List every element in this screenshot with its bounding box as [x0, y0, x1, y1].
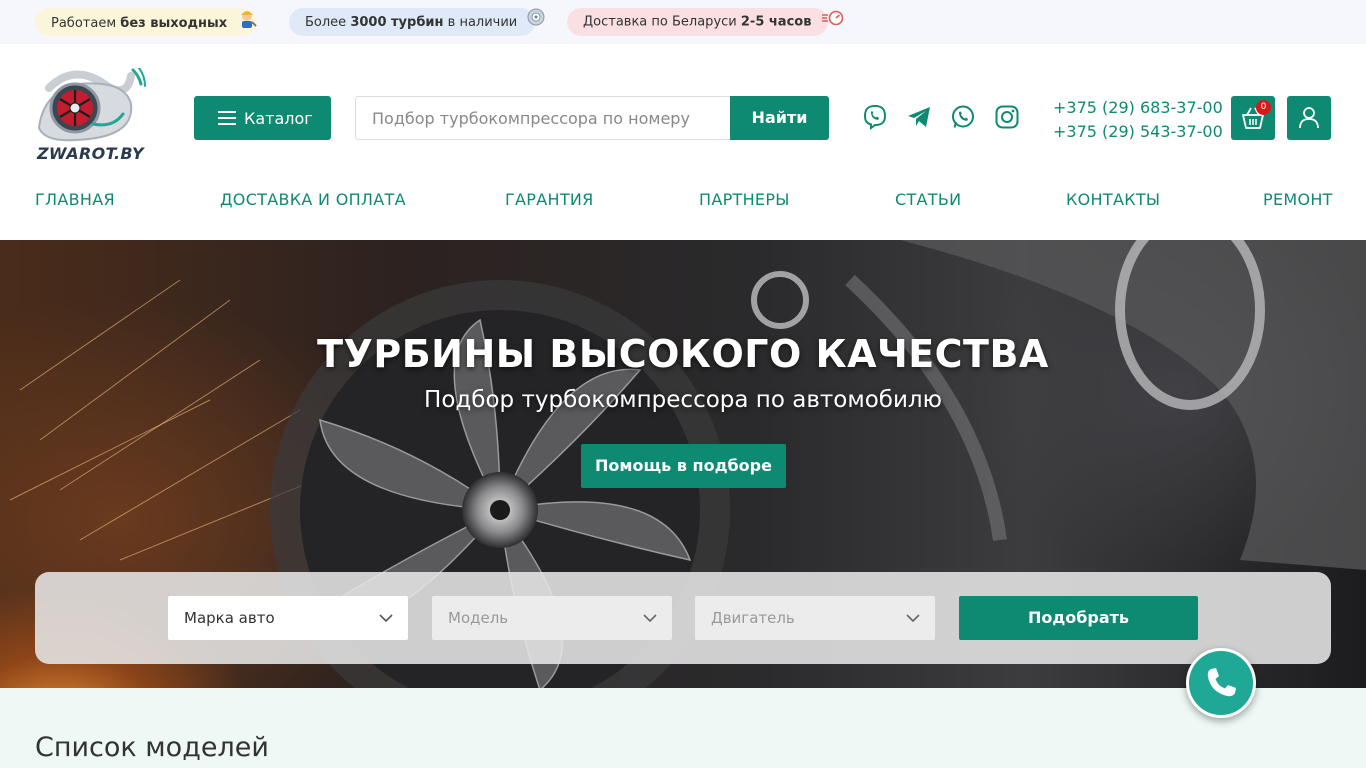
cart-count-badge: 0: [1256, 100, 1271, 115]
hero-banner: ТУРБИНЫ ВЫСОКОГО КАЧЕСТВА Подбор турбоко…: [0, 240, 1366, 688]
models-section: Список моделей: [0, 688, 1366, 768]
worker-icon: [237, 8, 258, 39]
menu-icon: [218, 111, 236, 125]
section-title: Список моделей: [35, 732, 269, 763]
nav-repair[interactable]: РЕМОНТ: [1263, 190, 1333, 209]
user-icon: [1299, 107, 1319, 129]
stock-pill: Более 3000 турбин в наличии: [289, 8, 545, 36]
viber-icon[interactable]: [862, 104, 888, 130]
brand-select[interactable]: Марка авто: [168, 596, 408, 640]
help-selection-button[interactable]: Помощь в подборе: [581, 444, 786, 488]
nav-delivery-payment[interactable]: ДОСТАВКА И ОПЛАТА: [220, 190, 406, 209]
telegram-icon[interactable]: [906, 104, 932, 130]
pill-bold-text: 3000 турбин: [350, 15, 444, 30]
nav-articles[interactable]: СТАТЬИ: [895, 190, 961, 209]
brand-select-label: Марка авто: [184, 609, 275, 627]
delivery-pill: Доставка по Беларуси 2-5 часов: [567, 8, 843, 36]
chevron-down-icon: [379, 614, 393, 623]
callback-button[interactable]: [1186, 648, 1256, 718]
search-button[interactable]: Найти: [730, 96, 829, 140]
pill-text: Более: [305, 15, 351, 30]
phone-link-1[interactable]: +375 (29) 683-37-00: [1053, 96, 1223, 120]
nav-contacts[interactable]: КОНТАКТЫ: [1066, 190, 1160, 209]
nav-partners[interactable]: ПАРТНЕРЫ: [699, 190, 790, 209]
nav-home[interactable]: ГЛАВНАЯ: [35, 190, 115, 209]
account-button[interactable]: [1287, 96, 1331, 140]
speedometer-icon: [821, 8, 844, 36]
pill-text: Доставка по Беларуси: [583, 14, 741, 30]
cart-button[interactable]: 0: [1231, 96, 1275, 140]
car-picker-form: Марка авто Модель Двигатель Подобрать: [35, 572, 1331, 664]
work-days-pill: Работаем без выходных: [35, 8, 258, 39]
engine-select-label: Двигатель: [711, 609, 795, 627]
engine-select[interactable]: Двигатель: [695, 596, 935, 640]
pill-text: Работаем: [51, 16, 121, 31]
logo-graphic: [37, 67, 146, 142]
phone-icon: [1207, 668, 1236, 697]
instagram-icon[interactable]: [994, 104, 1020, 130]
chevron-down-icon: [906, 614, 920, 623]
catalog-label: Каталог: [244, 108, 313, 128]
turbine-icon: [527, 8, 545, 37]
pill-bold-text: без выходных: [120, 16, 228, 31]
pill-tail-text: в наличии: [443, 15, 518, 30]
hero-subtitle: Подбор турбокомпрессора по автомобилю: [424, 387, 942, 413]
model-select-label: Модель: [448, 609, 509, 627]
search-input[interactable]: [355, 96, 731, 140]
main-nav: ГЛАВНАЯ ДОСТАВКА И ОПЛАТА ГАРАНТИЯ ПАРТН…: [35, 190, 1333, 218]
nav-warranty[interactable]: ГАРАНТИЯ: [505, 190, 594, 209]
top-info-bar: Работаем без выходных Более 3000 турбин …: [0, 0, 1366, 44]
whatsapp-icon[interactable]: [950, 104, 976, 130]
phone-link-2[interactable]: +375 (29) 543-37-00: [1053, 120, 1223, 144]
hero-title: ТУРБИНЫ ВЫСОКОГО КАЧЕСТВА: [317, 332, 1049, 376]
phone-list: +375 (29) 683-37-00 +375 (29) 543-37-00: [1053, 96, 1223, 144]
model-select[interactable]: Модель: [432, 596, 672, 640]
site-logo[interactable]: ZWAROT.BY: [35, 67, 147, 164]
logo-text: ZWAROT.BY: [37, 144, 144, 163]
pick-submit-button[interactable]: Подобрать: [959, 596, 1198, 640]
catalog-button[interactable]: Каталог: [194, 96, 331, 140]
pill-bold-text: 2-5 часов: [740, 14, 812, 30]
chevron-down-icon: [643, 614, 657, 623]
